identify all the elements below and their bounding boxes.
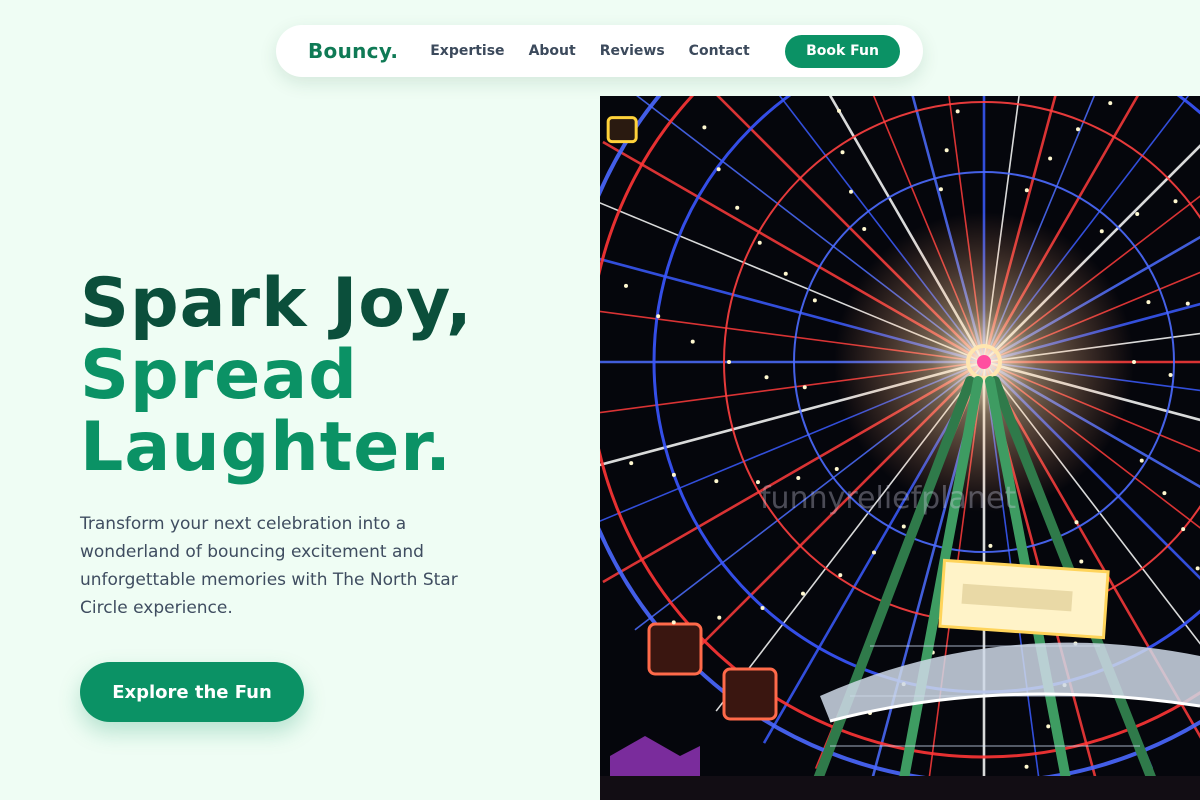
hero-title: Spark Joy, Spread Laughter. (80, 268, 580, 484)
nav-link-reviews[interactable]: Reviews (600, 43, 665, 59)
top-navbar: Bouncy. Expertise About Reviews Contact … (276, 25, 923, 77)
ferris-wheel-image: funnyreliefplanet (600, 96, 1200, 800)
landing-page: Bouncy. Expertise About Reviews Contact … (0, 0, 1200, 800)
hero-title-line1: Spark Joy, (80, 264, 473, 343)
explore-fun-button[interactable]: Explore the Fun (80, 662, 304, 722)
nav-link-contact[interactable]: Contact (689, 43, 750, 59)
nav-link-about[interactable]: About (529, 43, 576, 59)
image-watermark: funnyreliefplanet (760, 481, 1016, 516)
book-fun-button[interactable]: Book Fun (785, 34, 900, 68)
hero-description: Transform your next celebration into a w… (80, 514, 458, 618)
nav-link-expertise[interactable]: Expertise (430, 43, 504, 59)
hero-title-line3: Laughter. (80, 408, 453, 487)
hero-title-line2: Spread (80, 336, 358, 415)
ferris-wheel-illustration: funnyreliefplanet (600, 96, 1200, 800)
nav-links: Expertise About Reviews Contact (430, 43, 785, 59)
brand-logo[interactable]: Bouncy. (308, 39, 398, 63)
